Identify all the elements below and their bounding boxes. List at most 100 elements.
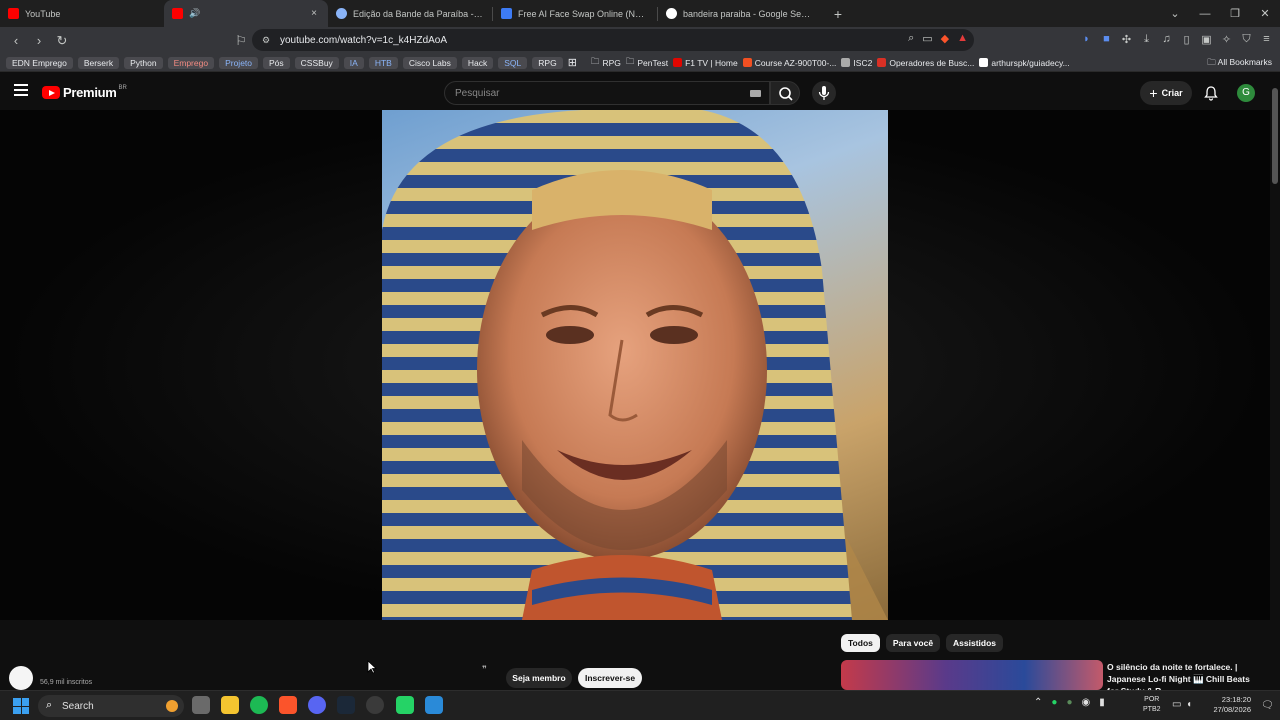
- subscribe-button[interactable]: Inscrever-se: [578, 668, 642, 688]
- translate-icon[interactable]: ◗: [1080, 33, 1093, 46]
- bookmark-item[interactable]: Course AZ-900T00-...: [742, 58, 836, 68]
- chip-todos[interactable]: Todos: [841, 634, 880, 652]
- close-tab-icon[interactable]: ×: [308, 8, 320, 19]
- notifications-bell-icon[interactable]: [1203, 85, 1219, 101]
- tab-active-video[interactable]: 🔊 ×: [164, 0, 328, 27]
- puzzle-icon[interactable]: ✣: [1120, 33, 1133, 46]
- hamburger-menu-icon[interactable]: [14, 84, 28, 96]
- bookmark-label: RPG: [602, 57, 621, 68]
- bookmark-item[interactable]: ISC2: [841, 58, 872, 68]
- close-window-icon[interactable]: ✕: [1250, 7, 1280, 20]
- bookmark-item[interactable]: Berserk: [77, 56, 120, 69]
- page-scrollbar[interactable]: [1270, 76, 1280, 690]
- bookmark-item[interactable]: CSSBuy: [294, 56, 339, 69]
- bookmark-item[interactable]: Cisco Labs: [402, 56, 457, 69]
- cast-icon[interactable]: ▭: [922, 32, 932, 45]
- input-language[interactable]: POR PTB2: [1143, 695, 1161, 715]
- spotify-icon[interactable]: [250, 696, 268, 714]
- bookmark-item[interactable]: ⊞: [568, 56, 577, 69]
- restore-icon[interactable]: ❐: [1220, 7, 1250, 20]
- tab-google-search[interactable]: bandeira paraiba - Google Search: [658, 0, 822, 27]
- notification-center-icon[interactable]: 🗨: [1261, 700, 1274, 711]
- bookmark-item[interactable]: RPG: [532, 56, 563, 69]
- search-input[interactable]: Pesquisar: [444, 81, 770, 105]
- mic-tray-icon[interactable]: ▮: [1099, 697, 1105, 708]
- volume-icon[interactable]: ◖: [1186, 699, 1192, 710]
- bookmark-icon[interactable]: ⚐: [231, 33, 251, 49]
- brave-browser-icon[interactable]: [279, 696, 297, 714]
- bookmark-item[interactable]: 🗀 PenTest: [626, 56, 668, 70]
- steam-tray-icon[interactable]: ◉: [1081, 697, 1090, 708]
- video-frame[interactable]: [382, 110, 888, 620]
- menu-icon[interactable]: ≡: [1260, 33, 1273, 46]
- obs-icon[interactable]: [366, 696, 384, 714]
- bookmark-item[interactable]: F1 TV | Home: [673, 58, 738, 68]
- app-blue-icon[interactable]: [425, 696, 443, 714]
- tab-face-swap[interactable]: Free AI Face Swap Online (No Sign-u: [493, 0, 657, 27]
- keyboard-icon[interactable]: [750, 90, 761, 97]
- brave-rewards-icon[interactable]: ▲: [957, 32, 968, 45]
- scrollbar-thumb[interactable]: [1272, 88, 1278, 184]
- bookmark-item[interactable]: Operadores de Busc...: [877, 58, 974, 68]
- taskbar-clock[interactable]: 23:18:20 27/08/2026: [1205, 695, 1251, 715]
- forward-icon[interactable]: ›: [29, 33, 49, 48]
- site-info-icon[interactable]: ⚙: [262, 35, 274, 46]
- zoom-icon[interactable]: ⌕: [908, 32, 914, 45]
- task-view-icon[interactable]: [192, 696, 210, 714]
- download-icon[interactable]: ⤓: [1140, 33, 1153, 46]
- music-icon[interactable]: ♫: [1160, 33, 1173, 46]
- wallet-icon[interactable]: ▣: [1200, 33, 1213, 46]
- bookmark-item[interactable]: arthurspk/guiadecy...: [979, 58, 1070, 68]
- tab-search-icon[interactable]: ⌄: [1160, 7, 1190, 20]
- tab-edicao-bandeira[interactable]: Edição da Bande da Paraíba - Google: [328, 0, 492, 27]
- minimize-icon[interactable]: —: [1190, 8, 1220, 20]
- create-button[interactable]: + Criar: [1140, 81, 1192, 105]
- chip-para-voce[interactable]: Para você: [885, 634, 941, 652]
- bookmark-item[interactable]: HTB: [368, 56, 398, 69]
- recommendation-thumbnail[interactable]: [841, 660, 1103, 690]
- address-bar[interactable]: ⚙ youtube.com/watch?v=1c_k4HZdAoA ⌕ ▭ ◆ …: [252, 29, 974, 51]
- bookmark-item[interactable]: Python: [124, 56, 163, 69]
- tab-youtube[interactable]: YouTube: [0, 0, 164, 27]
- tray-chevron-icon[interactable]: ⌃: [1034, 697, 1042, 708]
- new-tab-button[interactable]: +: [826, 6, 850, 22]
- vpn-icon[interactable]: ⛉: [1240, 33, 1253, 46]
- chip-assistidos[interactable]: Assistidos: [946, 634, 1004, 652]
- bookmark-item[interactable]: Hack: [461, 56, 494, 69]
- extension-blue-icon[interactable]: ■: [1100, 33, 1113, 46]
- back-icon[interactable]: ‹: [6, 33, 26, 48]
- all-bookmarks-button[interactable]: 🗀 All Bookmarks: [1207, 57, 1272, 71]
- video-player[interactable]: [0, 110, 1270, 620]
- bookmark-item[interactable]: EDN Emprego: [6, 56, 73, 69]
- taskbar-search[interactable]: ⌕ Search: [38, 695, 184, 717]
- voice-search-button[interactable]: [812, 81, 836, 105]
- windows-start-icon[interactable]: [13, 698, 29, 714]
- whatsapp-icon[interactable]: [396, 696, 414, 714]
- account-avatar[interactable]: G: [1237, 84, 1255, 102]
- sidebar-icon[interactable]: ▯: [1180, 33, 1193, 46]
- plus-icon: +: [1149, 85, 1158, 101]
- join-membership-button[interactable]: Seja membro: [506, 668, 572, 688]
- file-explorer-icon[interactable]: [221, 696, 239, 714]
- discord-icon[interactable]: [308, 696, 326, 714]
- bookmark-item[interactable]: Pós: [263, 56, 290, 69]
- bookmark-item[interactable]: Emprego: [167, 56, 215, 69]
- reload-icon[interactable]: ↻: [52, 33, 72, 49]
- network-icon[interactable]: ▭: [1172, 699, 1181, 710]
- steam-icon[interactable]: [337, 696, 355, 714]
- leo-ai-icon[interactable]: ✧: [1220, 33, 1233, 46]
- omnibox-actions: ⌕ ▭ ◆ ▲: [908, 32, 968, 45]
- speaker-icon[interactable]: 🔊: [189, 8, 200, 19]
- bookmark-item[interactable]: 🗀 RPG: [591, 56, 621, 70]
- bookmark-item[interactable]: SQL: [498, 56, 528, 69]
- bookmark-item[interactable]: Projeto: [219, 56, 259, 69]
- tray-app-icon[interactable]: ●: [1066, 697, 1072, 708]
- youtube-premium-logo[interactable]: Premium BR: [42, 85, 127, 100]
- bookmark-item[interactable]: IA: [343, 56, 364, 69]
- bookmark-label: Operadores de Busc...: [889, 57, 975, 68]
- channel-avatar[interactable]: [9, 666, 33, 690]
- whatsapp-tray-icon[interactable]: ●: [1051, 697, 1057, 708]
- brave-shield-icon[interactable]: ◆: [941, 32, 949, 45]
- search-button[interactable]: [770, 81, 800, 105]
- microphone-icon: [818, 86, 830, 100]
